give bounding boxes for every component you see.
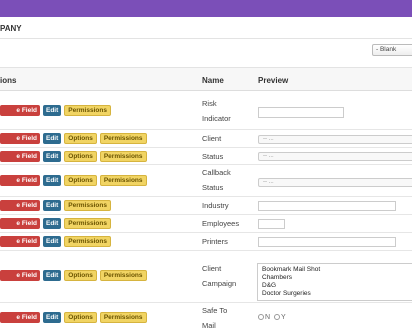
table-row: e Field Edit Permissions Printers xyxy=(0,233,412,251)
row-actions: e Field Edit Options Permissions xyxy=(0,151,147,162)
row-actions: e Field Edit Options Permissions xyxy=(0,312,147,323)
list-option[interactable]: D&G xyxy=(262,282,412,290)
employees-input[interactable] xyxy=(258,219,285,229)
actions-column-header: ions xyxy=(0,76,17,85)
table-row: e Field Edit Options Permissions Safe To… xyxy=(0,303,412,333)
field-name: Callback Status xyxy=(202,168,231,192)
edit-button[interactable]: Edit xyxy=(43,236,62,247)
blank-button[interactable]: - Blank xyxy=(372,44,412,56)
delete-field-button[interactable]: e Field xyxy=(0,312,40,323)
edit-button[interactable]: Edit xyxy=(43,270,62,281)
radio-y[interactable] xyxy=(274,314,281,320)
table-row: e Field Edit Options Permissions Status … xyxy=(0,148,412,165)
options-button[interactable]: Options xyxy=(64,270,97,281)
table-row: e Field Edit Options Permissions Client … xyxy=(0,251,412,303)
top-bar xyxy=(0,0,412,17)
safe-to-mail-radio-group: N Y xyxy=(258,314,286,321)
options-button[interactable]: Options xyxy=(64,312,97,323)
status-select[interactable]: -- ... xyxy=(258,152,412,161)
field-name: Safe To Mail xyxy=(202,306,228,330)
edit-button[interactable]: Edit xyxy=(43,105,62,116)
divider xyxy=(0,38,412,39)
delete-field-button[interactable]: e Field xyxy=(0,200,40,211)
permissions-button[interactable]: Permissions xyxy=(99,312,147,323)
field-name: Client xyxy=(202,134,222,143)
client-campaign-listbox[interactable]: Bookmark Mail Shot Chambers D&G Doctor S… xyxy=(257,263,412,301)
permissions-button[interactable]: Permissions xyxy=(99,133,147,144)
list-option[interactable]: Bookmark Mail Shot xyxy=(262,266,412,274)
table-row: e Field Edit Permissions Employees xyxy=(0,215,412,233)
risk-indicator-input[interactable] xyxy=(258,107,344,118)
delete-field-button[interactable]: e Field xyxy=(0,270,40,281)
row-actions: e Field Edit Permissions xyxy=(0,236,111,247)
row-actions: e Field Edit Options Permissions xyxy=(0,175,147,186)
field-name: Employees xyxy=(202,219,240,228)
delete-field-button[interactable]: e Field xyxy=(0,175,40,186)
permissions-button[interactable]: Permissions xyxy=(64,105,111,116)
delete-field-button[interactable]: e Field xyxy=(0,105,40,116)
client-select[interactable]: -- ... xyxy=(258,135,412,144)
name-column-header: Name xyxy=(202,76,224,85)
permissions-button[interactable]: Permissions xyxy=(99,151,147,162)
permissions-button[interactable]: Permissions xyxy=(64,200,111,211)
edit-button[interactable]: Edit xyxy=(43,312,62,323)
row-actions: e Field Edit Permissions xyxy=(0,200,111,211)
radio-n[interactable] xyxy=(258,314,264,320)
table-row: e Field Edit Permissions Risk Indicator xyxy=(0,92,412,130)
delete-field-button[interactable]: e Field xyxy=(0,236,40,247)
table-row: e Field Edit Options Permissions Client … xyxy=(0,130,412,148)
printers-input[interactable] xyxy=(258,237,396,247)
edit-button[interactable]: Edit xyxy=(43,200,62,211)
row-actions: e Field Edit Permissions xyxy=(0,105,111,116)
table-row: e Field Edit Options Permissions Callbac… xyxy=(0,165,412,197)
edit-button[interactable]: Edit xyxy=(43,175,62,186)
options-button[interactable]: Options xyxy=(64,133,97,144)
row-actions: e Field Edit Options Permissions xyxy=(0,133,147,144)
field-name: Status xyxy=(202,152,224,161)
list-option[interactable]: Doctor Surgeries xyxy=(262,290,412,298)
options-button[interactable]: Options xyxy=(64,151,97,162)
permissions-button[interactable]: Permissions xyxy=(64,218,111,229)
page-title: PANY xyxy=(0,24,22,33)
field-name: Printers xyxy=(202,237,228,246)
list-option[interactable]: Chambers xyxy=(262,274,412,282)
table-header: ions Name Preview xyxy=(0,67,412,91)
row-actions: e Field Edit Permissions xyxy=(0,218,111,229)
preview-column-header: Preview xyxy=(258,76,289,85)
field-name: Client Campaign xyxy=(202,264,237,288)
row-actions: e Field Edit Options Permissions xyxy=(0,270,147,281)
edit-button[interactable]: Edit xyxy=(43,151,62,162)
callback-status-select[interactable]: -- ... xyxy=(258,178,412,187)
industry-input[interactable] xyxy=(258,201,396,211)
permissions-button[interactable]: Permissions xyxy=(64,236,111,247)
table-row: e Field Edit Permissions Industry xyxy=(0,197,412,215)
edit-button[interactable]: Edit xyxy=(43,218,62,229)
delete-field-button[interactable]: e Field xyxy=(0,151,40,162)
permissions-button[interactable]: Permissions xyxy=(99,270,147,281)
field-name: Industry xyxy=(202,201,229,210)
permissions-button[interactable]: Permissions xyxy=(99,175,147,186)
delete-field-button[interactable]: e Field xyxy=(0,218,40,229)
edit-button[interactable]: Edit xyxy=(43,133,62,144)
delete-field-button[interactable]: e Field xyxy=(0,133,40,144)
field-name: Risk Indicator xyxy=(202,99,231,123)
options-button[interactable]: Options xyxy=(64,175,97,186)
